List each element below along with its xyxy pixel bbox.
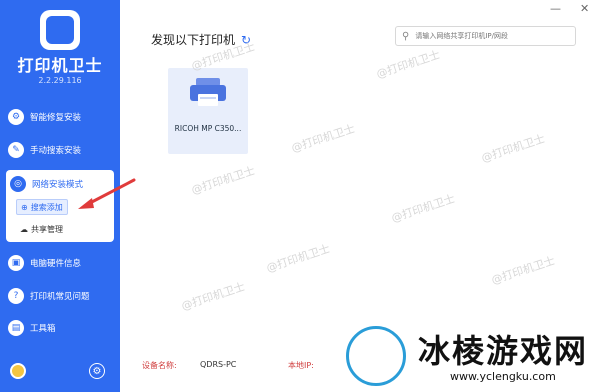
brand-watermark: 冰棱游戏网 www.yclengku.com: [330, 316, 600, 392]
wrench-icon: ✎: [8, 142, 24, 158]
sidebar-subitem-share-manage[interactable]: ☁ 共享管理: [16, 221, 67, 237]
watermark: @打印机卫士: [374, 48, 442, 81]
watermark: @打印机卫士: [189, 164, 257, 197]
brand-name: 冰棱游戏网: [418, 332, 589, 370]
sidebar-subitem-search-add[interactable]: ⊕ 搜索添加: [16, 199, 68, 215]
avatar[interactable]: [10, 363, 26, 379]
sidebar-item-label: 智能修复安装: [30, 113, 82, 123]
printer-name: RICOH MP C350...: [174, 124, 242, 133]
local-ip-label: 本地IP:: [288, 361, 314, 370]
sidebar-item-smart-repair[interactable]: ⚙ 智能修复安装: [8, 104, 112, 130]
brand-url: www.yclengku.com: [450, 370, 556, 383]
printer-card[interactable]: RICOH MP C350...: [168, 68, 248, 154]
sub-item-label: 共享管理: [31, 224, 63, 234]
gear-icon[interactable]: ⚙: [89, 363, 105, 379]
sidebar-item-common-problems[interactable]: ? 打印机常见问题: [8, 283, 112, 309]
network-icon: ◎: [10, 176, 26, 192]
watermark: @打印机卫士: [264, 242, 332, 275]
sidebar-item-label: 工具箱: [30, 324, 56, 334]
device-name-label: 设备名称:: [142, 361, 177, 370]
close-icon[interactable]: ✕: [580, 2, 589, 15]
app-version: 2.2.29.116: [38, 76, 82, 85]
sidebar-item-label: 手动搜索安装: [30, 146, 82, 156]
sidebar-item-toolbox[interactable]: ▤ 工具箱: [8, 315, 112, 341]
watermark: @打印机卫士: [389, 192, 457, 225]
annotation-arrow: [78, 178, 136, 209]
page-title-text: 发现以下打印机: [151, 33, 236, 47]
app-logo: [40, 10, 80, 50]
sub-item-label: 搜索添加: [30, 202, 63, 212]
question-icon: ?: [8, 288, 24, 304]
search-input[interactable]: [415, 32, 566, 40]
watermark: @打印机卫士: [289, 122, 357, 155]
brand-logo-icon: [346, 326, 406, 386]
app-title: 打印机卫士: [17, 56, 103, 75]
printer-logo-icon: [46, 16, 74, 44]
watermark: @打印机卫士: [179, 280, 247, 313]
search-bar: ⚲: [395, 26, 576, 46]
minimize-icon[interactable]: —: [550, 2, 561, 15]
watermark: @打印机卫士: [489, 254, 557, 287]
search-icon: ⚲: [402, 30, 410, 42]
repair-icon: ⚙: [8, 109, 24, 125]
sidebar-item-manual-search[interactable]: ✎ 手动搜索安装: [8, 137, 112, 163]
printer-icon: [190, 78, 226, 106]
sidebar-item-hardware-info[interactable]: ▣ 电脑硬件信息: [8, 250, 112, 276]
toolbox-icon: ▤: [8, 320, 24, 336]
search-add-icon: ⊕: [21, 202, 28, 212]
sidebar-item-label: 打印机常见问题: [30, 292, 90, 302]
device-name-value: QDRS-PC: [200, 360, 237, 369]
watermark: @打印机卫士: [479, 132, 547, 165]
sidebar-item-label: 电脑硬件信息: [30, 259, 82, 269]
cloud-icon: ☁: [20, 224, 28, 234]
hardware-icon: ▣: [8, 255, 24, 271]
